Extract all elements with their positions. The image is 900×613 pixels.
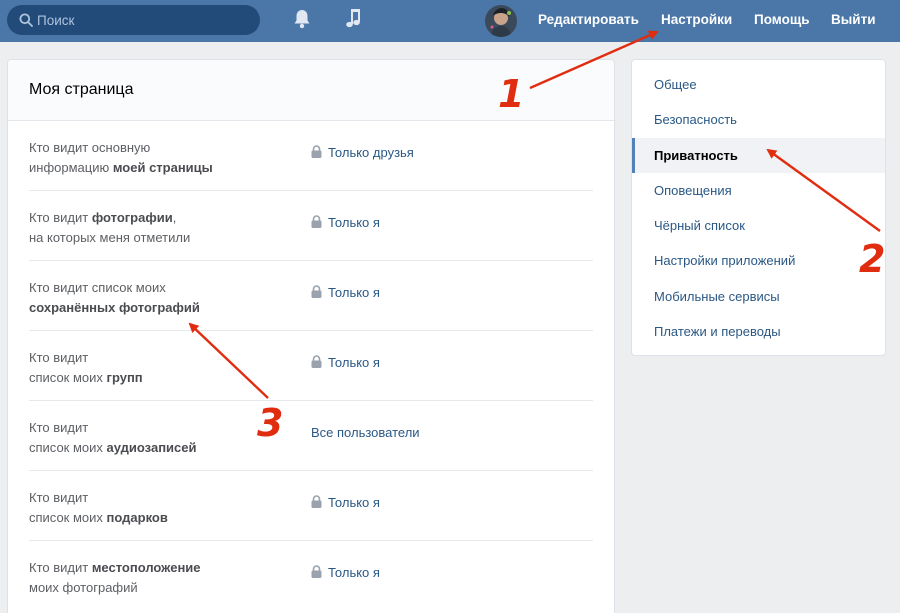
privacy-value-dropdown[interactable]: Только я (311, 565, 380, 580)
privacy-row-audio[interactable]: Кто видит список моих аудиозаписей Все п… (29, 401, 593, 471)
side-menu-notifications[interactable]: Оповещения (632, 173, 885, 208)
lock-icon (311, 215, 322, 228)
privacy-row-main-info[interactable]: Кто видит основную информацию моей стран… (29, 121, 593, 191)
search-box[interactable] (7, 5, 260, 35)
nav-settings-link[interactable]: Настройки (661, 0, 732, 42)
privacy-value-dropdown[interactable]: Только я (311, 285, 380, 300)
avatar[interactable] (485, 5, 517, 37)
row-label: Кто видит местоположение моих фотографий (29, 560, 201, 595)
privacy-value-dropdown[interactable]: Только я (311, 215, 380, 230)
settings-side-menu: Общее Безопасность Приватность Оповещени… (631, 59, 886, 356)
lock-icon (311, 565, 322, 578)
nav-edit-link[interactable]: Редактировать (538, 0, 639, 42)
side-menu-security[interactable]: Безопасность (632, 102, 885, 137)
bell-icon[interactable] (292, 8, 312, 30)
row-label: Кто видит список моих подарков (29, 490, 168, 525)
privacy-value-dropdown[interactable]: Только я (311, 355, 380, 370)
nav-logout-link[interactable]: Выйти (831, 0, 876, 42)
lock-icon (311, 145, 322, 158)
search-input[interactable] (37, 5, 252, 35)
privacy-row-saved-photos[interactable]: Кто видит список моих сохранённых фотогр… (29, 261, 593, 331)
annotation-number-2: 2 (859, 237, 886, 281)
privacy-row-tagged-photos[interactable]: Кто видит фотографии, на которых меня от… (29, 191, 593, 261)
lock-icon (311, 495, 322, 508)
privacy-row-groups[interactable]: Кто видит список моих групп Только я (29, 331, 593, 401)
privacy-settings-panel: Моя страница Кто видит основную информац… (7, 59, 615, 613)
side-menu-blacklist[interactable]: Чёрный список (632, 208, 885, 243)
privacy-row-location[interactable]: Кто видит местоположение моих фотографий… (29, 541, 593, 611)
privacy-value-dropdown[interactable]: Только я (311, 495, 380, 510)
side-menu-payments[interactable]: Платежи и переводы (632, 314, 885, 349)
annotation-number-1: 1 (498, 72, 525, 116)
lock-icon (311, 355, 322, 368)
row-label: Кто видит список моих групп (29, 350, 143, 385)
side-menu-privacy[interactable]: Приватность (632, 137, 885, 174)
privacy-value-dropdown[interactable]: Все пользователи (311, 425, 420, 440)
side-menu-app-settings[interactable]: Настройки приложений (632, 243, 885, 278)
row-label: Кто видит основную информацию моей стран… (29, 140, 213, 175)
top-bar: Редактировать Настройки Помощь Выйти (0, 0, 900, 42)
side-menu-general[interactable]: Общее (632, 67, 885, 102)
annotation-number-3: 3 (257, 401, 284, 445)
search-icon (19, 13, 33, 27)
privacy-row-gifts[interactable]: Кто видит список моих подарков Только я (29, 471, 593, 541)
row-label: Кто видит список моих сохранённых фотогр… (29, 280, 200, 315)
lock-icon (311, 285, 322, 298)
side-menu-mobile-services[interactable]: Мобильные сервисы (632, 279, 885, 314)
music-note-icon[interactable] (344, 8, 364, 30)
privacy-value-dropdown[interactable]: Только друзья (311, 145, 414, 160)
row-label: Кто видит фотографии, на которых меня от… (29, 210, 191, 245)
nav-help-link[interactable]: Помощь (754, 0, 810, 42)
